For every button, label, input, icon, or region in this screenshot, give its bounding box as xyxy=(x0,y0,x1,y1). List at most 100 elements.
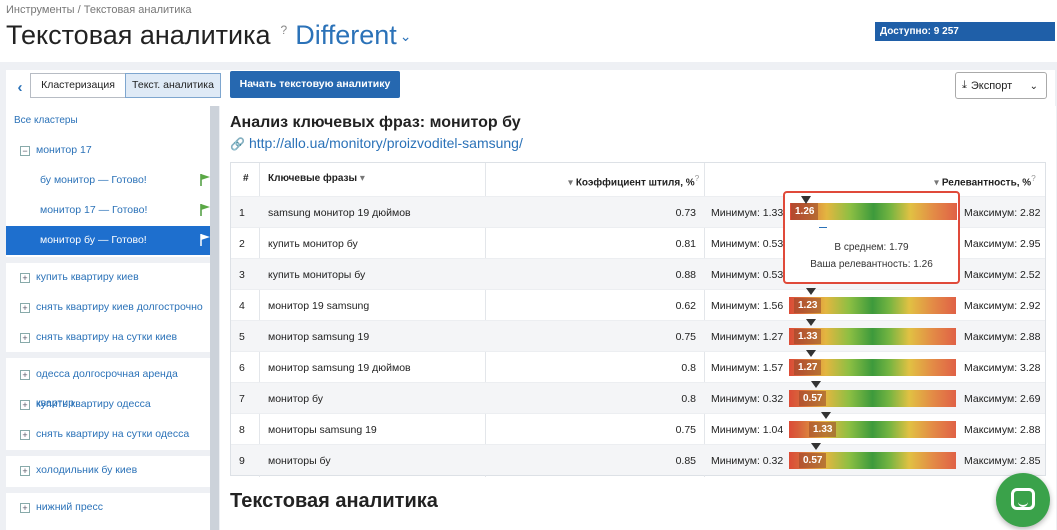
min-cell: Минимум: 0.53 xyxy=(711,269,784,281)
relevance-bar[interactable]: 1.27 xyxy=(789,350,956,376)
relevance-value-label: 1.23 xyxy=(794,298,822,313)
cluster-group-label: нижний пресс xyxy=(36,501,103,513)
breadcrumb[interactable]: Инструменты / Текстовая аналитика xyxy=(6,4,192,16)
min-cell: Минимум: 1.33 xyxy=(711,207,784,219)
table-row[interactable]: 8 мониторы samsung 19 0.75 Минимум: 1.04 1.3… xyxy=(231,412,1045,444)
max-cell: Максимум: 2.88 xyxy=(964,331,1041,343)
expand-icon[interactable]: + xyxy=(20,370,30,380)
relevance-bar[interactable]: 1.23 xyxy=(789,288,956,314)
coef-cell: 0.81 xyxy=(675,238,696,250)
all-clusters-link[interactable]: Все кластеры xyxy=(6,106,215,135)
keyword-cell: монитор samsung 19 xyxy=(268,331,370,343)
cluster-group[interactable]: + снять квартиру на сутки киев xyxy=(6,323,215,352)
tab-text-analytics[interactable]: Текст. аналитика xyxy=(125,73,221,98)
expand-icon[interactable]: + xyxy=(20,333,30,343)
row-number: 1 xyxy=(239,207,245,219)
keyword-cell: купить мониторы бу xyxy=(268,269,366,281)
cluster-group[interactable]: + снять квартиру киев долгострочно xyxy=(6,293,215,322)
keyword-cell: samsung монитор 19 дюймов xyxy=(268,207,411,219)
chat-icon xyxy=(1011,488,1035,510)
coef-cell: 0.8 xyxy=(681,362,696,374)
cluster-group[interactable]: + холодильник бу киев xyxy=(6,456,215,485)
workspace-panel: ‹ Кластеризация Текст. аналитика Начать … xyxy=(0,62,1057,530)
link-icon: 🔗 xyxy=(230,137,245,151)
expand-icon[interactable]: + xyxy=(20,466,30,476)
col-coef-header[interactable]: ▾ Коэффициент штиля, %? xyxy=(568,173,699,188)
table-row[interactable]: 4 монитор 19 samsung 0.62 Минимум: 1.56 1.23… xyxy=(231,288,1045,320)
max-cell: Максимум: 3.28 xyxy=(964,362,1041,374)
relevance-value-label: 1.27 xyxy=(794,360,822,375)
section-title: Анализ ключевых фраз: монитор бу xyxy=(230,114,521,131)
relevance-tooltip: 1.26 В среднем: 1.79 Ваша релевантность:… xyxy=(783,191,960,284)
tab-clustering[interactable]: Кластеризация xyxy=(30,73,126,98)
sidebar-resize-handle[interactable] xyxy=(210,106,219,530)
table-row[interactable]: 5 монитор samsung 19 0.75 Минимум: 1.27 1.33… xyxy=(231,319,1045,351)
project-name: Different xyxy=(295,20,397,50)
table-row[interactable]: 9 мониторы бу 0.85 Минимум: 0.32 0.57 Максиму… xyxy=(231,443,1045,475)
expand-icon[interactable]: + xyxy=(20,303,30,313)
help-icon[interactable]: ? xyxy=(281,23,288,37)
cluster-child-item[interactable]: монитор 17 — Готово! xyxy=(6,196,215,225)
cluster-child-label: бу монитор — Готово! xyxy=(40,174,147,186)
cluster-group[interactable]: + купить квартиру киев xyxy=(6,263,215,292)
export-button[interactable]: ⤓ Экспорт ⌄ xyxy=(955,72,1047,99)
expand-icon[interactable]: + xyxy=(20,273,30,283)
sort-icon: ▾ xyxy=(359,173,365,184)
relevance-bar[interactable]: 1.33 xyxy=(789,319,956,345)
expand-icon[interactable]: + xyxy=(20,430,30,440)
min-cell: Минимум: 1.27 xyxy=(711,331,784,343)
cluster-group[interactable]: + одесса долгосрочная аренда квартир xyxy=(6,360,215,409)
cluster-child-label: монитор 17 — Готово! xyxy=(40,204,148,216)
project-dropdown[interactable]: Different ⌄ xyxy=(295,20,411,51)
cluster-root[interactable]: − монитор 17 xyxy=(6,136,215,165)
col-coef-label: Коэффициент штиля, % xyxy=(575,177,695,189)
relevance-marker xyxy=(806,288,816,295)
min-cell: Минимум: 1.56 xyxy=(711,300,784,312)
relevance-value-label: 1.33 xyxy=(794,329,822,344)
min-cell: Минимум: 0.32 xyxy=(711,455,784,467)
expand-icon[interactable]: + xyxy=(20,503,30,513)
max-cell: Максимум: 2.88 xyxy=(964,424,1041,436)
col-relevance-label: Релевантность, % xyxy=(941,177,1032,189)
col-keywords-header[interactable]: Ключевые фразы ▾ xyxy=(268,173,365,184)
coef-cell: 0.8 xyxy=(681,393,696,405)
relevance-bar[interactable]: 0.57 xyxy=(789,381,956,407)
chat-button[interactable] xyxy=(996,473,1050,527)
cluster-child-item-active[interactable]: монитор бу — Готово! xyxy=(6,226,215,255)
keyword-cell: мониторы бу xyxy=(268,455,331,467)
keyword-cell: монитор 19 samsung xyxy=(268,300,370,312)
row-number: 6 xyxy=(239,362,245,374)
start-analysis-button[interactable]: Начать текстовую аналитику xyxy=(230,71,400,98)
relevance-bar[interactable]: 0.57 xyxy=(789,443,956,469)
export-label: Экспорт xyxy=(970,79,1013,92)
row-number: 3 xyxy=(239,269,245,281)
col-relevance-header[interactable]: ▾ Релевантность, %? xyxy=(934,173,1036,188)
relevance-value-label: 0.57 xyxy=(799,391,827,406)
table-row[interactable]: 6 монитор samsung 19 дюймов 0.8 Минимум: 1.… xyxy=(231,350,1045,382)
tooltip-average: В среднем: 1.79 xyxy=(834,242,909,253)
row-number: 9 xyxy=(239,455,245,467)
row-number: 8 xyxy=(239,424,245,436)
relevance-bar[interactable]: 1.33 xyxy=(789,412,956,438)
relevance-marker xyxy=(821,412,831,419)
tooltip-your-relevance: Ваша релевантность: 1.26 xyxy=(810,259,933,270)
min-cell: Минимум: 0.53 xyxy=(711,238,784,250)
available-badge: Доступно: 9 257 xyxy=(875,22,1055,41)
min-cell: Минимум: 1.57 xyxy=(711,362,784,374)
cluster-child-item[interactable]: бу монитор — Готово! xyxy=(6,166,215,195)
table-row[interactable]: 7 монитор бу 0.8 Минимум: 0.32 0.57 Максимум:… xyxy=(231,381,1045,413)
app-root: { "breadcrumb": "Инструменты / Текстовая… xyxy=(0,0,1057,530)
cluster-group-label: снять квартиру киев долгострочно xyxy=(36,301,203,313)
relevance-value-label: 1.33 xyxy=(809,422,837,437)
cluster-group[interactable]: + снять квартиру на сутки одесса xyxy=(6,420,215,449)
collapse-icon[interactable]: − xyxy=(20,146,30,156)
cluster-group-label: купить квартиру одесса xyxy=(36,398,151,410)
max-cell: Максимум: 2.82 xyxy=(964,207,1041,219)
cluster-group[interactable]: + нижний пресс xyxy=(6,493,215,522)
back-icon[interactable]: ‹ xyxy=(10,78,30,98)
toolbar: ‹ Кластеризация Текст. аналитика Начать … xyxy=(6,70,1055,106)
cluster-group[interactable]: + купить квартиру одесса xyxy=(6,390,215,419)
expand-icon[interactable]: + xyxy=(20,400,30,410)
page-url-link[interactable]: 🔗 http://allo.ua/monitory/proizvoditel-sa… xyxy=(230,135,523,151)
row-number: 2 xyxy=(239,238,245,250)
